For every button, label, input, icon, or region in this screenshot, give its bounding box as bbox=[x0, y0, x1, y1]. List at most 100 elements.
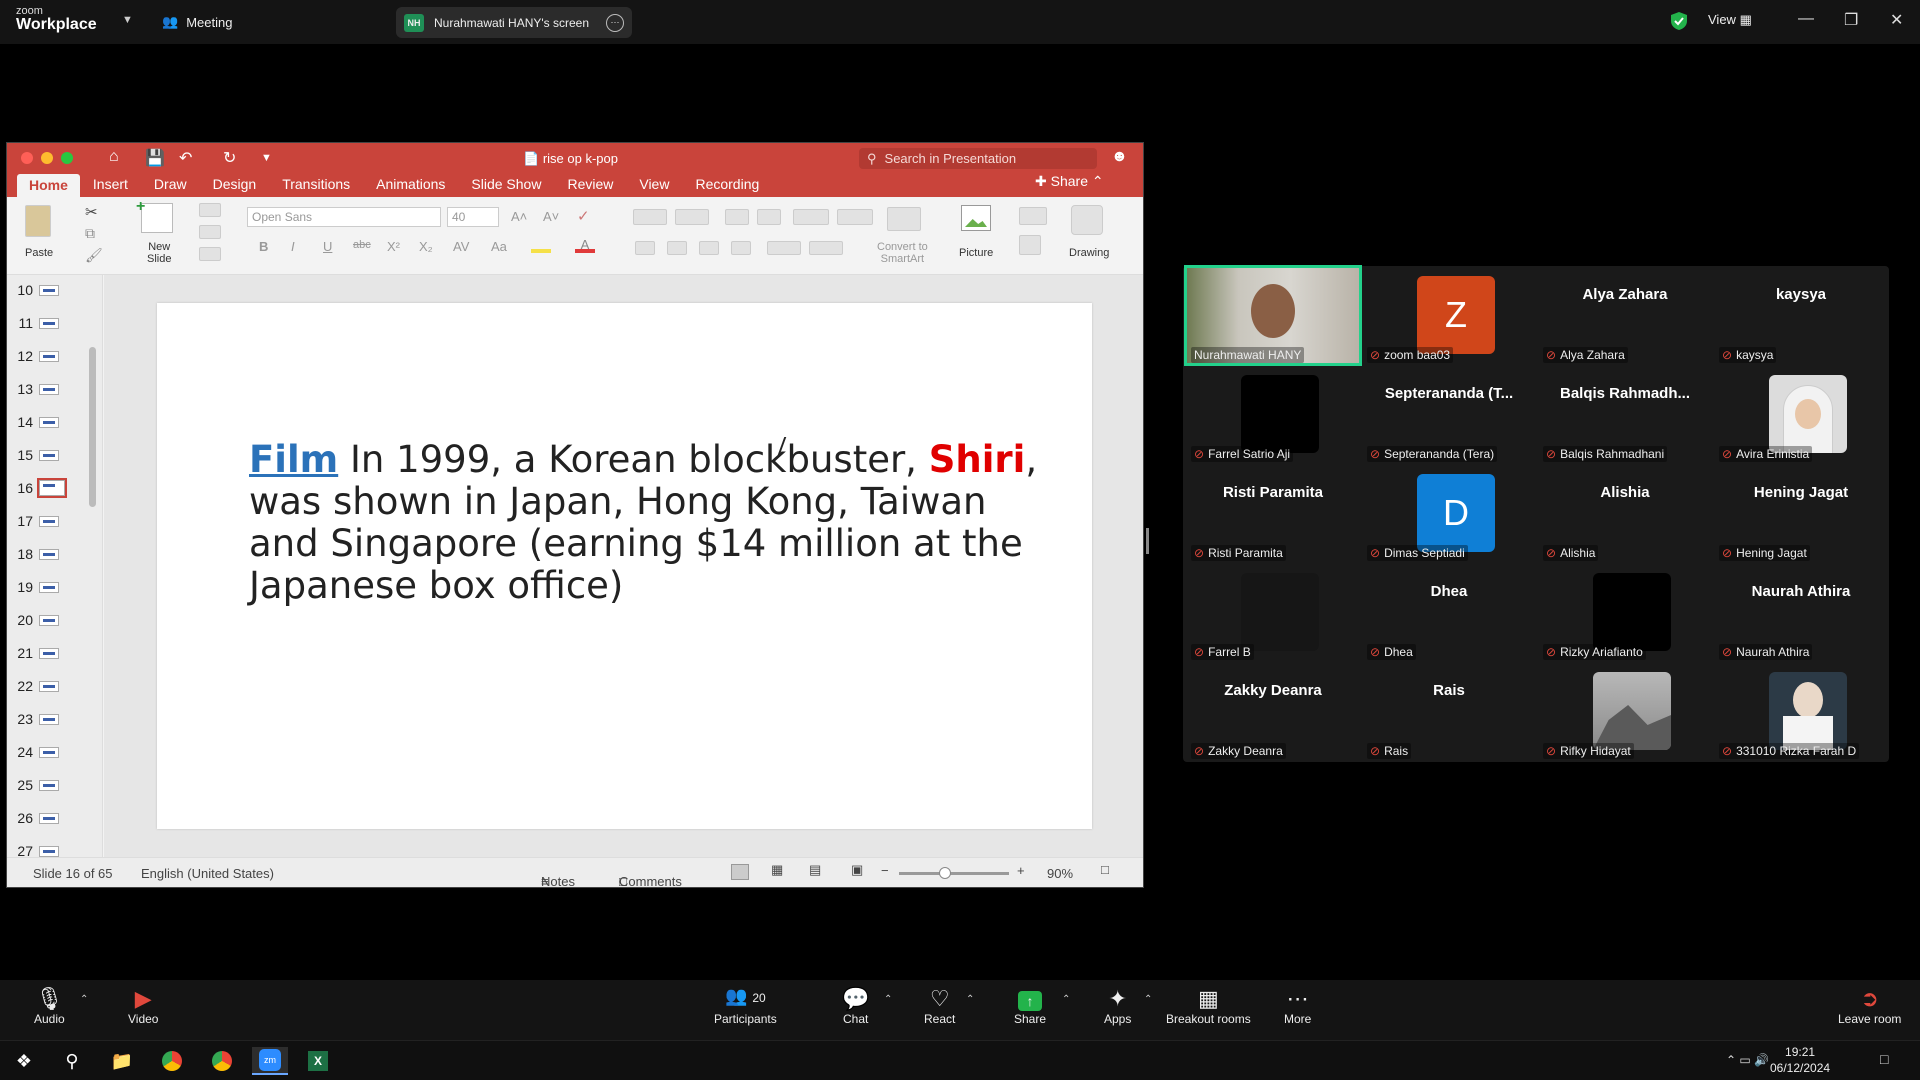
chat-button[interactable]: 💬 Chat bbox=[842, 986, 869, 1026]
shapes-icon[interactable] bbox=[1019, 207, 1047, 225]
section-icon[interactable] bbox=[199, 247, 221, 261]
close-icon[interactable]: ✕ bbox=[1890, 10, 1903, 30]
home-icon[interactable]: ⌂ bbox=[109, 148, 119, 166]
breakout-rooms-button[interactable]: ▦ Breakout rooms bbox=[1166, 986, 1251, 1026]
customize-toolbar-icon[interactable]: ▼ bbox=[261, 152, 272, 164]
chrome-icon[interactable] bbox=[154, 1047, 190, 1075]
fit-slide-icon[interactable]: □ bbox=[1101, 862, 1109, 877]
decrease-indent-icon[interactable] bbox=[725, 209, 749, 225]
redo-icon[interactable]: ↻ bbox=[223, 148, 236, 168]
close-dot-icon[interactable] bbox=[21, 152, 33, 164]
tab-transitions[interactable]: Transitions bbox=[269, 176, 363, 197]
participant-tile[interactable]: Risti Paramita ⊘ Risti Paramita bbox=[1185, 464, 1361, 563]
search-presentation-input[interactable]: ⚲ Search in Presentation bbox=[859, 148, 1097, 169]
participant-tile[interactable]: ⊘ 331010 Rizka Farah D bbox=[1713, 662, 1889, 761]
react-button[interactable]: ♡ React bbox=[924, 986, 955, 1026]
participants-button[interactable]: 👥 20 Participants bbox=[714, 986, 777, 1026]
slide-keyword-film[interactable]: Film bbox=[249, 438, 338, 481]
slide-thumbnail[interactable]: 18 bbox=[7, 541, 102, 567]
text-direction-icon[interactable] bbox=[767, 241, 801, 255]
slide-thumbnail[interactable]: 24 bbox=[7, 739, 102, 765]
tab-home[interactable]: Home bbox=[17, 174, 80, 197]
slide-thumbnail[interactable]: 25 bbox=[7, 772, 102, 798]
participant-tile[interactable]: Alya Zahara ⊘ Alya Zahara bbox=[1537, 266, 1713, 365]
tab-draw[interactable]: Draw bbox=[141, 176, 200, 197]
text-box-icon[interactable] bbox=[1019, 235, 1041, 255]
numbering-icon[interactable] bbox=[675, 209, 709, 225]
slide-thumbnail[interactable]: 19 bbox=[7, 574, 102, 600]
shared-screen-pill[interactable]: NH Nurahmawati HANY's screen ⋯ bbox=[396, 7, 632, 38]
audio-button[interactable]: 🎙 Audio bbox=[34, 986, 65, 1026]
participant-tile[interactable]: D ⊘ Dimas Septiadi bbox=[1361, 464, 1537, 563]
video-button[interactable]: ▶ Video bbox=[128, 986, 158, 1026]
tab-animations[interactable]: Animations bbox=[363, 176, 458, 197]
search-icon[interactable]: ⚲ bbox=[54, 1047, 90, 1075]
strikethrough-icon[interactable]: abc bbox=[353, 239, 371, 251]
highlight-icon[interactable] bbox=[531, 237, 551, 253]
participant-tile[interactable]: Z ⊘ zoom baa03 bbox=[1361, 266, 1537, 365]
more-button[interactable]: ⋯ More bbox=[1284, 986, 1311, 1026]
participant-tile[interactable]: Naurah Athira ⊘ Naurah Athira bbox=[1713, 563, 1889, 662]
line-spacing-icon[interactable] bbox=[793, 209, 829, 225]
copy-icon[interactable]: ⧉ bbox=[85, 225, 95, 242]
paste-button[interactable] bbox=[19, 205, 59, 241]
participant-tile[interactable]: Alishia ⊘ Alishia bbox=[1537, 464, 1713, 563]
participant-tile[interactable]: Hening Jagat ⊘ Hening Jagat bbox=[1713, 464, 1889, 563]
underline-icon[interactable]: U bbox=[323, 239, 332, 254]
current-slide[interactable]: Film In 1999, a Korean blockbuster, Shir… bbox=[157, 303, 1092, 829]
align-left-icon[interactable] bbox=[635, 241, 655, 255]
notification-icon[interactable]: □ bbox=[1880, 1051, 1888, 1067]
participant-tile[interactable]: Rais ⊘ Rais bbox=[1361, 662, 1537, 761]
slide-thumbnail[interactable]: 21 bbox=[7, 640, 102, 666]
zoom-dot-icon[interactable] bbox=[61, 152, 73, 164]
bold-icon[interactable]: B bbox=[259, 239, 268, 254]
tab-recording[interactable]: Recording bbox=[682, 176, 772, 197]
zoom-app-icon[interactable]: zm bbox=[252, 1047, 288, 1075]
collapse-ribbon-icon[interactable]: ⌃ bbox=[1088, 173, 1104, 189]
participant-tile[interactable]: Dhea ⊘ Dhea bbox=[1361, 563, 1537, 662]
bullets-icon[interactable] bbox=[633, 209, 667, 225]
leave-room-button[interactable]: ➲ Leave room bbox=[1838, 986, 1901, 1026]
restore-icon[interactable]: ❐ bbox=[1844, 10, 1858, 30]
participant-tile[interactable]: Septerananda (T... ⊘ Septerananda (Tera) bbox=[1361, 365, 1537, 464]
tab-design[interactable]: Design bbox=[200, 176, 270, 197]
slide-thumbnail[interactable]: 23 bbox=[7, 706, 102, 732]
excel-icon[interactable]: X bbox=[300, 1047, 336, 1075]
save-icon[interactable]: 💾 bbox=[145, 148, 165, 168]
reading-view-icon[interactable]: ▤ bbox=[809, 862, 821, 878]
zoom-slider-thumb[interactable] bbox=[939, 867, 952, 879]
smartart-icon[interactable] bbox=[887, 207, 921, 231]
meeting-info-button[interactable]: 👥 Meeting bbox=[162, 14, 232, 30]
superscript-icon[interactable]: X² bbox=[387, 239, 400, 254]
convert-smartart-label[interactable]: Convert to SmartArt bbox=[877, 241, 928, 265]
picture-label[interactable]: Picture bbox=[959, 247, 993, 259]
drawing-icon[interactable] bbox=[1071, 205, 1103, 235]
columns-icon[interactable] bbox=[837, 209, 873, 225]
drawing-label[interactable]: Drawing bbox=[1069, 247, 1109, 259]
new-slide-button[interactable]: + bbox=[136, 198, 173, 233]
slideshow-view-icon[interactable]: ▣ bbox=[851, 862, 863, 878]
undo-icon[interactable]: ↶ bbox=[179, 148, 192, 168]
participant-tile[interactable]: Zakky Deanra ⊘ Zakky Deanra bbox=[1185, 662, 1361, 761]
slide-thumbnail[interactable]: 17 bbox=[7, 508, 102, 534]
align-center-icon[interactable] bbox=[667, 241, 687, 255]
justify-icon[interactable] bbox=[731, 241, 751, 255]
change-case-icon[interactable]: Aa bbox=[491, 239, 507, 254]
clear-format-icon[interactable]: ✓ bbox=[577, 207, 590, 225]
grow-font-icon[interactable]: A˄ bbox=[511, 209, 527, 224]
slide-thumbnails-pane[interactable]: 10 11 12 13 14 15 16 17 18 19 20 21 22 23 24 25 26 27 bbox=[7, 275, 103, 857]
shrink-font-icon[interactable]: A˅ bbox=[543, 209, 559, 224]
font-name-select[interactable]: Open Sans bbox=[247, 207, 441, 227]
apps-options-chevron-icon[interactable]: ⌃ bbox=[1144, 994, 1152, 1005]
minimize-icon[interactable]: — bbox=[1798, 10, 1814, 28]
zoom-percentage[interactable]: 90% bbox=[1047, 866, 1073, 881]
language[interactable]: English (United States) bbox=[141, 866, 274, 881]
system-tray-icons[interactable]: ⌃ ▭ 🔊 bbox=[1726, 1053, 1769, 1067]
participant-tile[interactable]: ⊘ Farrel Satrio Aji bbox=[1185, 365, 1361, 464]
participant-tile[interactable]: kaysya ⊘ kaysya bbox=[1713, 266, 1889, 365]
file-explorer-icon[interactable]: 📁 bbox=[104, 1047, 140, 1075]
minimize-dot-icon[interactable] bbox=[41, 152, 53, 164]
align-right-icon[interactable] bbox=[699, 241, 719, 255]
tab-insert[interactable]: Insert bbox=[80, 176, 141, 197]
align-text-icon[interactable] bbox=[809, 241, 843, 255]
